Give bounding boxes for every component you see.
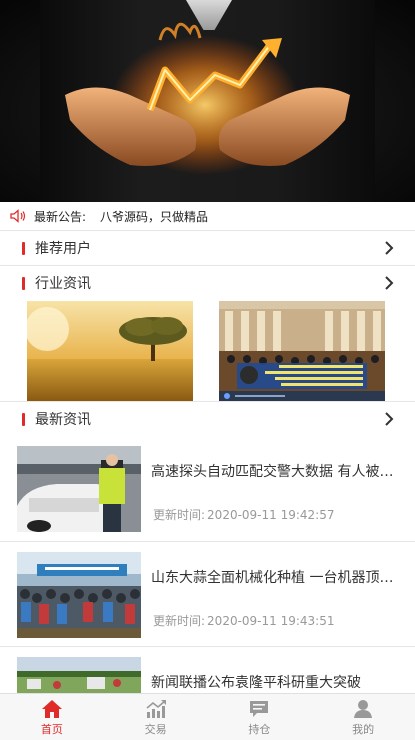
news-time-value: 2020-09-11 19:42:57 xyxy=(207,508,335,522)
news-thumbnail xyxy=(17,657,141,693)
section-title: 最新资讯 xyxy=(35,412,91,428)
meeting-hall-image xyxy=(219,301,385,401)
chevron-right-icon[interactable] xyxy=(381,240,397,256)
news-update-time: 更新时间: 2020-09-11 19:42:57 xyxy=(151,506,335,523)
announcement-text: 八爷源码，只做精品 xyxy=(100,209,209,224)
news-time-label: 更新时间: xyxy=(153,508,206,522)
section-recommended-users[interactable]: 推荐用户 xyxy=(0,231,415,265)
tab-label: 我的 xyxy=(352,723,375,736)
news-title: 高速探头自动匹配交警大数据 有人被查出22次违法 xyxy=(151,464,396,480)
section-accent-bar xyxy=(22,241,25,255)
section-latest-news[interactable]: 最新资讯 xyxy=(0,402,415,436)
tab-mine[interactable]: 我的 xyxy=(311,694,415,740)
user-icon xyxy=(354,700,373,718)
bottom-tab-bar: 首页 交易 持仓 我的 xyxy=(0,693,415,740)
news-update-time: 更新时间: 2020-09-11 19:43:51 xyxy=(151,612,335,629)
news-thumbnail xyxy=(17,446,141,532)
home-icon xyxy=(41,700,62,718)
news-list-item[interactable]: 高速探头自动匹配交警大数据 有人被查出22次违法 更新时间:2020-09-11… xyxy=(0,436,415,541)
industry-news-image-meeting[interactable] xyxy=(219,301,385,401)
tab-label: 首页 xyxy=(40,723,63,736)
news-time-label: 更新时间: xyxy=(153,614,206,628)
banner-hands-flame-image xyxy=(65,22,350,175)
news-thumbnail xyxy=(17,552,141,638)
section-title: 推荐用户 xyxy=(35,241,91,257)
news-list-item[interactable]: 新闻联播公布袁隆平科研重大突破 xyxy=(0,647,415,693)
trend-chart-icon xyxy=(146,700,166,718)
tab-label: 持仓 xyxy=(248,723,271,736)
news-time-value: 2020-09-11 19:43:51 xyxy=(207,614,335,628)
news-list-item[interactable]: 山东大蒜全面机械化种植 一台机器顶五十人 更新时间: 2020-09-11 19:… xyxy=(0,542,415,647)
message-icon xyxy=(250,701,269,717)
tab-holdings[interactable]: 持仓 xyxy=(208,694,312,740)
tab-label: 交易 xyxy=(144,723,167,736)
announcement-label: 最新公告: xyxy=(34,209,87,224)
announcement-bar[interactable]: 最新公告: 八爷源码，只做精品 xyxy=(0,202,415,231)
section-title: 行业资讯 xyxy=(35,276,91,292)
section-industry-news[interactable]: 行业资讯 xyxy=(0,266,415,300)
speaker-icon xyxy=(10,209,26,223)
news-title: 新闻联播公布袁隆平科研重大突破 xyxy=(151,675,361,691)
tab-trade[interactable]: 交易 xyxy=(104,694,208,740)
section-accent-bar xyxy=(22,276,25,290)
chevron-right-icon[interactable] xyxy=(381,411,397,427)
industry-news-image-tree[interactable] xyxy=(27,301,193,401)
chevron-right-icon[interactable] xyxy=(381,275,397,291)
tab-home[interactable]: 首页 xyxy=(0,694,104,740)
section-accent-bar xyxy=(22,412,25,426)
tree-field-image xyxy=(27,301,193,401)
news-title: 山东大蒜全面机械化种植 一台机器顶五十人 xyxy=(151,570,396,586)
hero-banner[interactable] xyxy=(0,0,415,202)
